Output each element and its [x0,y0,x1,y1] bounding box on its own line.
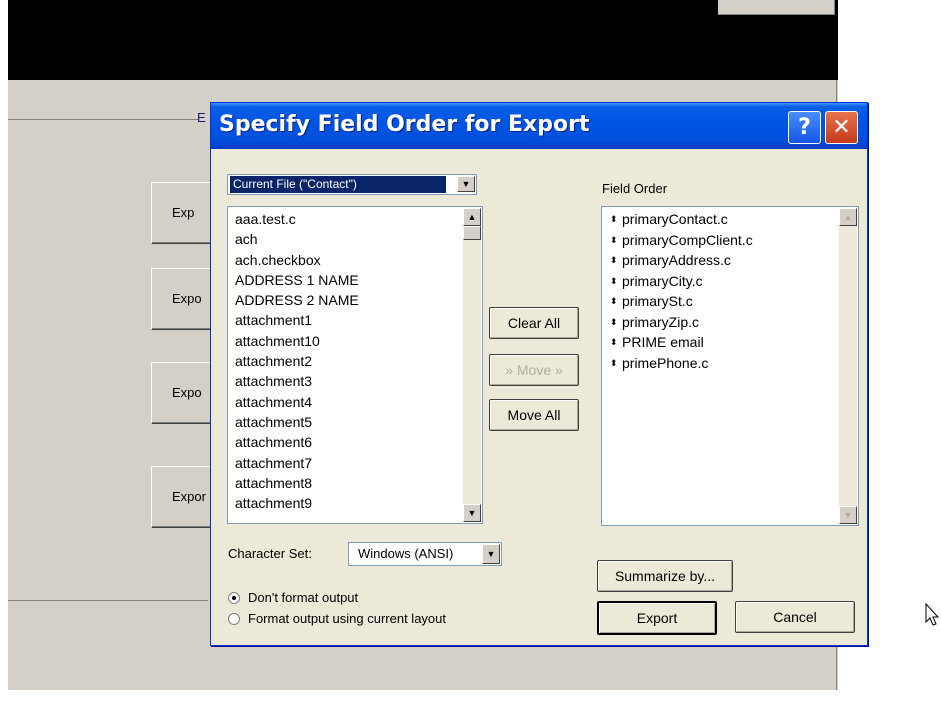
cancel-button[interactable]: Cancel [735,601,855,633]
background-bottom [8,690,838,702]
field-order-scrollbar[interactable]: ▲ ▼ [839,208,857,524]
available-fields-scrollbar[interactable]: ▲ ▼ [463,208,481,522]
field-order-item-label: primaryCity.c [622,272,703,289]
list-item[interactable]: ach.checkbox [235,250,450,270]
chevron-down-icon[interactable]: ▼ [482,544,500,564]
radio-button-checked[interactable] [228,591,240,604]
scroll-up-icon[interactable]: ▲ [839,208,857,226]
list-item[interactable]: attachment1 [235,310,450,330]
radio-button[interactable] [228,612,240,625]
export-button[interactable]: Export [597,601,717,635]
available-fields-list[interactable]: aaa.test.c ach ach.checkbox ADDRESS 1 NA… [227,206,483,524]
list-item[interactable]: ADDRESS 1 NAME [235,270,450,290]
field-order-item-label: primaryZip.c [622,313,700,330]
mouse-pointer-icon [925,603,939,626]
field-order-items: ⬍ primaryContact.c ⬍ primaryCompClient.c ⬍… [610,209,830,373]
list-item[interactable]: attachment9 [235,493,450,513]
drag-handle-icon[interactable]: ⬍ [610,230,618,251]
drag-handle-icon[interactable]: ⬍ [610,332,618,353]
move-button[interactable]: » Move » [489,354,579,386]
background-divider [8,119,198,120]
background-header-bar [8,0,838,80]
drag-handle-icon[interactable]: ⬍ [610,271,618,292]
available-fields-items: aaa.test.c ach ach.checkbox ADDRESS 1 NA… [235,209,450,513]
field-order-item-label: PRIME email [622,334,704,350]
drag-handle-icon[interactable]: ⬍ [610,353,618,374]
file-select[interactable]: Current File ("Contact") ▼ [227,174,477,195]
field-order-item-label: primePhone.c [622,354,709,371]
drag-handle-icon[interactable]: ⬍ [610,312,618,333]
radio-dont-format[interactable]: Don't format output [228,590,358,605]
field-order-label: Field Order [602,181,668,196]
list-item[interactable]: ⬍ primePhone.c [610,353,830,374]
summarize-button[interactable]: Summarize by... [597,560,733,592]
list-item[interactable]: attachment3 [235,371,450,391]
field-order-item-label: primarySt.c [622,293,693,309]
help-button[interactable]: ? [788,111,821,144]
charset-label: Character Set: [228,546,312,561]
list-item[interactable]: ⬍ primaryContact.c [610,209,830,230]
list-item[interactable]: attachment2 [235,351,450,371]
list-item[interactable]: ⬍ primaryAddress.c [610,250,830,271]
drag-handle-icon[interactable]: ⬍ [610,291,618,312]
scroll-down-icon[interactable]: ▼ [839,506,857,524]
clear-all-button[interactable]: Clear All [489,307,579,339]
list-item[interactable]: aaa.test.c [235,209,450,229]
background-divider [8,600,208,601]
background-top-tab [718,0,835,15]
dialog-titlebar[interactable]: Specify Field Order for Export ? ✕ [211,103,867,149]
list-item[interactable]: attachment7 [235,453,450,473]
list-item[interactable]: ⬍ primarySt.c [610,291,830,312]
list-item[interactable]: ⬍ primaryCompClient.c [610,230,830,251]
field-order-item-label: primaryCompClient.c [622,231,753,248]
list-item[interactable]: ⬍ primaryZip.c [610,312,830,333]
list-item[interactable]: attachment5 [235,412,450,432]
list-item[interactable]: attachment8 [235,473,450,493]
list-item[interactable]: ADDRESS 2 NAME [235,290,450,310]
radio-label: Don't format output [248,590,359,605]
list-item[interactable]: attachment10 [235,331,450,351]
radio-label: Format output using current layout [248,611,446,626]
list-item[interactable]: attachment6 [235,432,450,452]
scroll-up-icon[interactable]: ▲ [463,208,481,226]
list-item[interactable]: ⬍ PRIME email [610,332,830,353]
drag-handle-icon[interactable]: ⬍ [610,209,618,230]
field-order-list[interactable]: ⬍ primaryContact.c ⬍ primaryCompClient.c ⬍… [601,206,859,526]
radio-format-layout[interactable]: Format output using current layout [228,611,446,626]
move-all-button[interactable]: Move All [489,399,579,431]
close-button[interactable]: ✕ [825,111,858,144]
scroll-down-icon[interactable]: ▼ [463,504,481,522]
charset-value: Windows (ANSI) [358,546,454,561]
file-select-value: Current File ("Contact") [230,176,446,193]
background-heading: E [197,110,206,125]
dialog-title: Specify Field Order for Export [219,112,590,137]
list-item[interactable]: attachment4 [235,392,450,412]
charset-select[interactable]: Windows (ANSI) ▼ [348,542,502,566]
field-order-item-label: primaryContact.c [622,211,728,227]
export-field-order-dialog: Specify Field Order for Export ? ✕ Curre… [210,102,868,646]
scrollbar-thumb[interactable] [463,226,481,240]
list-item[interactable]: ach [235,229,450,249]
field-order-item-label: primaryAddress.c [622,252,731,268]
list-item[interactable]: ⬍ primaryCity.c [610,271,830,292]
drag-handle-icon[interactable]: ⬍ [610,250,618,271]
chevron-down-icon[interactable]: ▼ [457,176,475,192]
